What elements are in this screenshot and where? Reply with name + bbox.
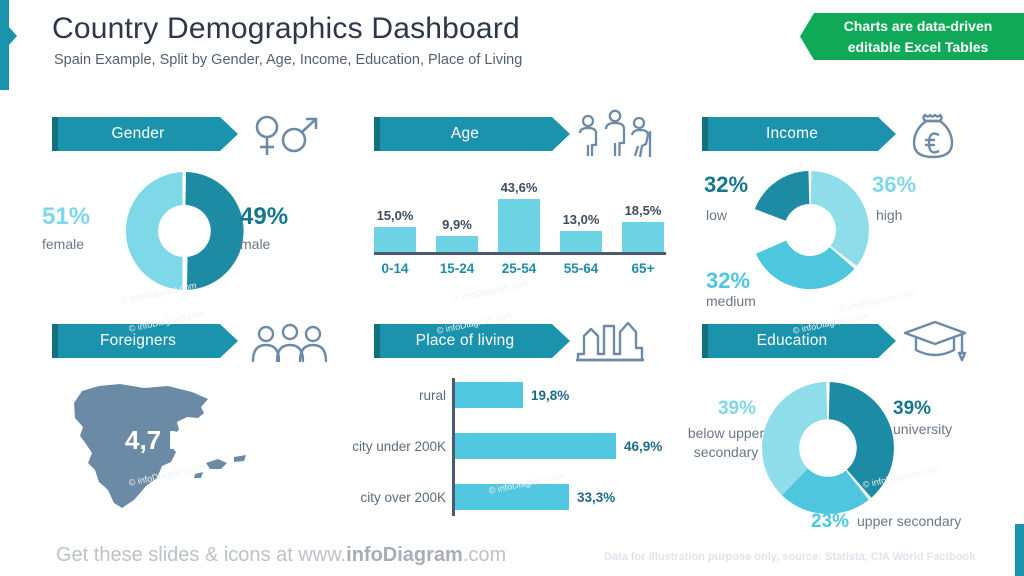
three-people-ages-icon [574, 109, 660, 159]
gender-male-label: male [240, 236, 271, 252]
age-bar-item: 18,5% [622, 172, 664, 252]
age-bar-item: 13,0% [560, 172, 602, 252]
age-category-labels: 0-14 15-24 25-54 55-64 65+ [374, 261, 664, 276]
age-bar-chart: 15,0% 9,9% 43,6% 13,0% 18,5% [374, 172, 664, 252]
page-subtitle: Spain Example, Split by Gender, Age, Inc… [54, 52, 523, 68]
place-bar-category: city over 200K [360, 489, 446, 505]
gender-banner-label: Gender [111, 125, 165, 142]
income-banner: Income [702, 117, 896, 151]
age-category-label: 15-24 [439, 261, 475, 276]
age-bar-fill [436, 236, 478, 252]
age-bar-fill [622, 222, 664, 252]
place-bar-value: 19,8% [531, 387, 570, 403]
slide-canvas: Country Demographics Dashboard Spain Exa… [0, 0, 1024, 576]
education-upper-secondary-value: 23% [811, 511, 850, 532]
place-bar-value: 46,9% [624, 438, 663, 454]
gender-symbols-icon [250, 113, 324, 159]
section-income: Income [702, 113, 954, 159]
gender-male-value: 49% [240, 203, 289, 230]
graduation-cap-icon [902, 319, 968, 363]
age-bar-item: 15,0% [374, 172, 416, 252]
income-high-label: high [876, 207, 903, 223]
foreigners-value: 4,7 M [125, 425, 191, 455]
age-bar-fill [560, 231, 602, 252]
age-bar-item: 9,9% [436, 172, 478, 252]
data-driven-callout-banner: Charts are data-driven editable Excel Ta… [800, 13, 1024, 60]
place-bar-fill [455, 382, 523, 408]
footer-promo-pre: Get these slides & icons at www. [56, 544, 347, 566]
education-university-label: university [893, 421, 953, 437]
age-bar-value: 15,0% [376, 208, 414, 223]
age-bar-fill [498, 199, 540, 252]
age-bar-columns: 15,0% 9,9% 43,6% 13,0% 18,5% [374, 172, 664, 252]
age-category-label: 55-64 [563, 261, 599, 276]
footer-promo-post: .com [462, 544, 507, 566]
place-bar-category: city under 200K [352, 438, 446, 454]
gender-male-stat: 49% male [240, 203, 330, 253]
callout-line-1: Charts are data-driven [843, 18, 993, 35]
age-chart-axis-line [374, 252, 666, 255]
gender-banner: Gender [52, 117, 238, 151]
age-category-label: 0-14 [381, 261, 409, 276]
income-high-value: 36% [872, 172, 917, 197]
income-donut-chart [754, 171, 869, 289]
left-edge-accent-bar [0, 0, 9, 90]
footer-brand-name: infoDiagram [346, 544, 463, 566]
age-category-label: 65+ [631, 261, 655, 276]
gender-female-label: female [42, 236, 85, 252]
place-bar-item: rural 19,8% [419, 382, 655, 408]
city-skyline-icon [574, 318, 646, 364]
education-university-value: 39% [893, 398, 932, 419]
place-banner: Place of living [374, 324, 570, 358]
place-bar-fill [455, 484, 569, 510]
age-bar-value: 18,5% [624, 203, 662, 218]
place-bar-item: city over 200K 33,3% [360, 484, 675, 510]
place-bar-category: rural [418, 387, 446, 403]
section-education: Education [702, 320, 967, 362]
age-banner: Age [374, 117, 570, 151]
foreigners-banner: Foreigners [52, 324, 238, 358]
age-bar-fill [374, 227, 416, 252]
age-bar-value: 13,0% [562, 212, 600, 227]
education-donut-chart [762, 382, 894, 515]
income-low-value: 32% [704, 172, 749, 197]
gender-female-value: 51% [42, 203, 91, 230]
section-gender: Gender [52, 115, 352, 155]
income-medium-value: 32% [706, 268, 751, 293]
section-place-of-living: Place of living [374, 321, 644, 362]
place-banner-label: Place of living [415, 332, 515, 349]
section-foreigners: Foreigners [52, 323, 328, 363]
page-title: Country Demographics Dashboard [52, 12, 520, 45]
income-low-label: low [706, 207, 728, 223]
place-of-living-bar-chart: rural 19,8% city under 200K 46,9% city o… [352, 378, 662, 516]
money-bag-euro-icon [906, 110, 962, 160]
place-bar-item: city under 200K 46,9% [352, 433, 685, 459]
age-bar-value: 9,9% [442, 217, 472, 232]
footer-promo-text: Get these slides & icons at www.infoDiag… [56, 544, 506, 567]
education-upper-secondary-label: upper secondary [857, 513, 962, 529]
age-bar-value: 43,6% [500, 180, 538, 195]
left-edge-arrow-icon [9, 27, 17, 45]
gender-donut-chart [125, 172, 244, 290]
education-below-upper-secondary-label: below upper secondary [687, 425, 765, 460]
right-edge-accent-bar [1015, 524, 1024, 576]
section-age: Age [374, 109, 652, 158]
education-banner-label: Education [756, 332, 828, 349]
place-bar-value: 33,3% [577, 489, 616, 505]
income-banner-label: Income [765, 125, 819, 142]
age-banner-label: Age [450, 125, 480, 142]
income-medium-label: medium [706, 293, 756, 309]
foreigners-banner-label: Foreigners [99, 332, 177, 349]
gender-female-stat: 51% female [42, 203, 122, 253]
education-banner: Education [702, 324, 896, 358]
age-bar-item: 43,6% [498, 172, 540, 252]
place-bar-fill [455, 433, 616, 459]
three-persons-icon [250, 323, 330, 363]
callout-line-2: editable Excel Tables [847, 38, 989, 55]
education-below-upper-secondary-value: 39% [717, 398, 757, 419]
footer-data-source-note: Data for illustration purpose only, sour… [604, 551, 976, 563]
age-category-label: 25-54 [501, 261, 537, 276]
watermark: © infoDiagram.com [451, 278, 530, 304]
